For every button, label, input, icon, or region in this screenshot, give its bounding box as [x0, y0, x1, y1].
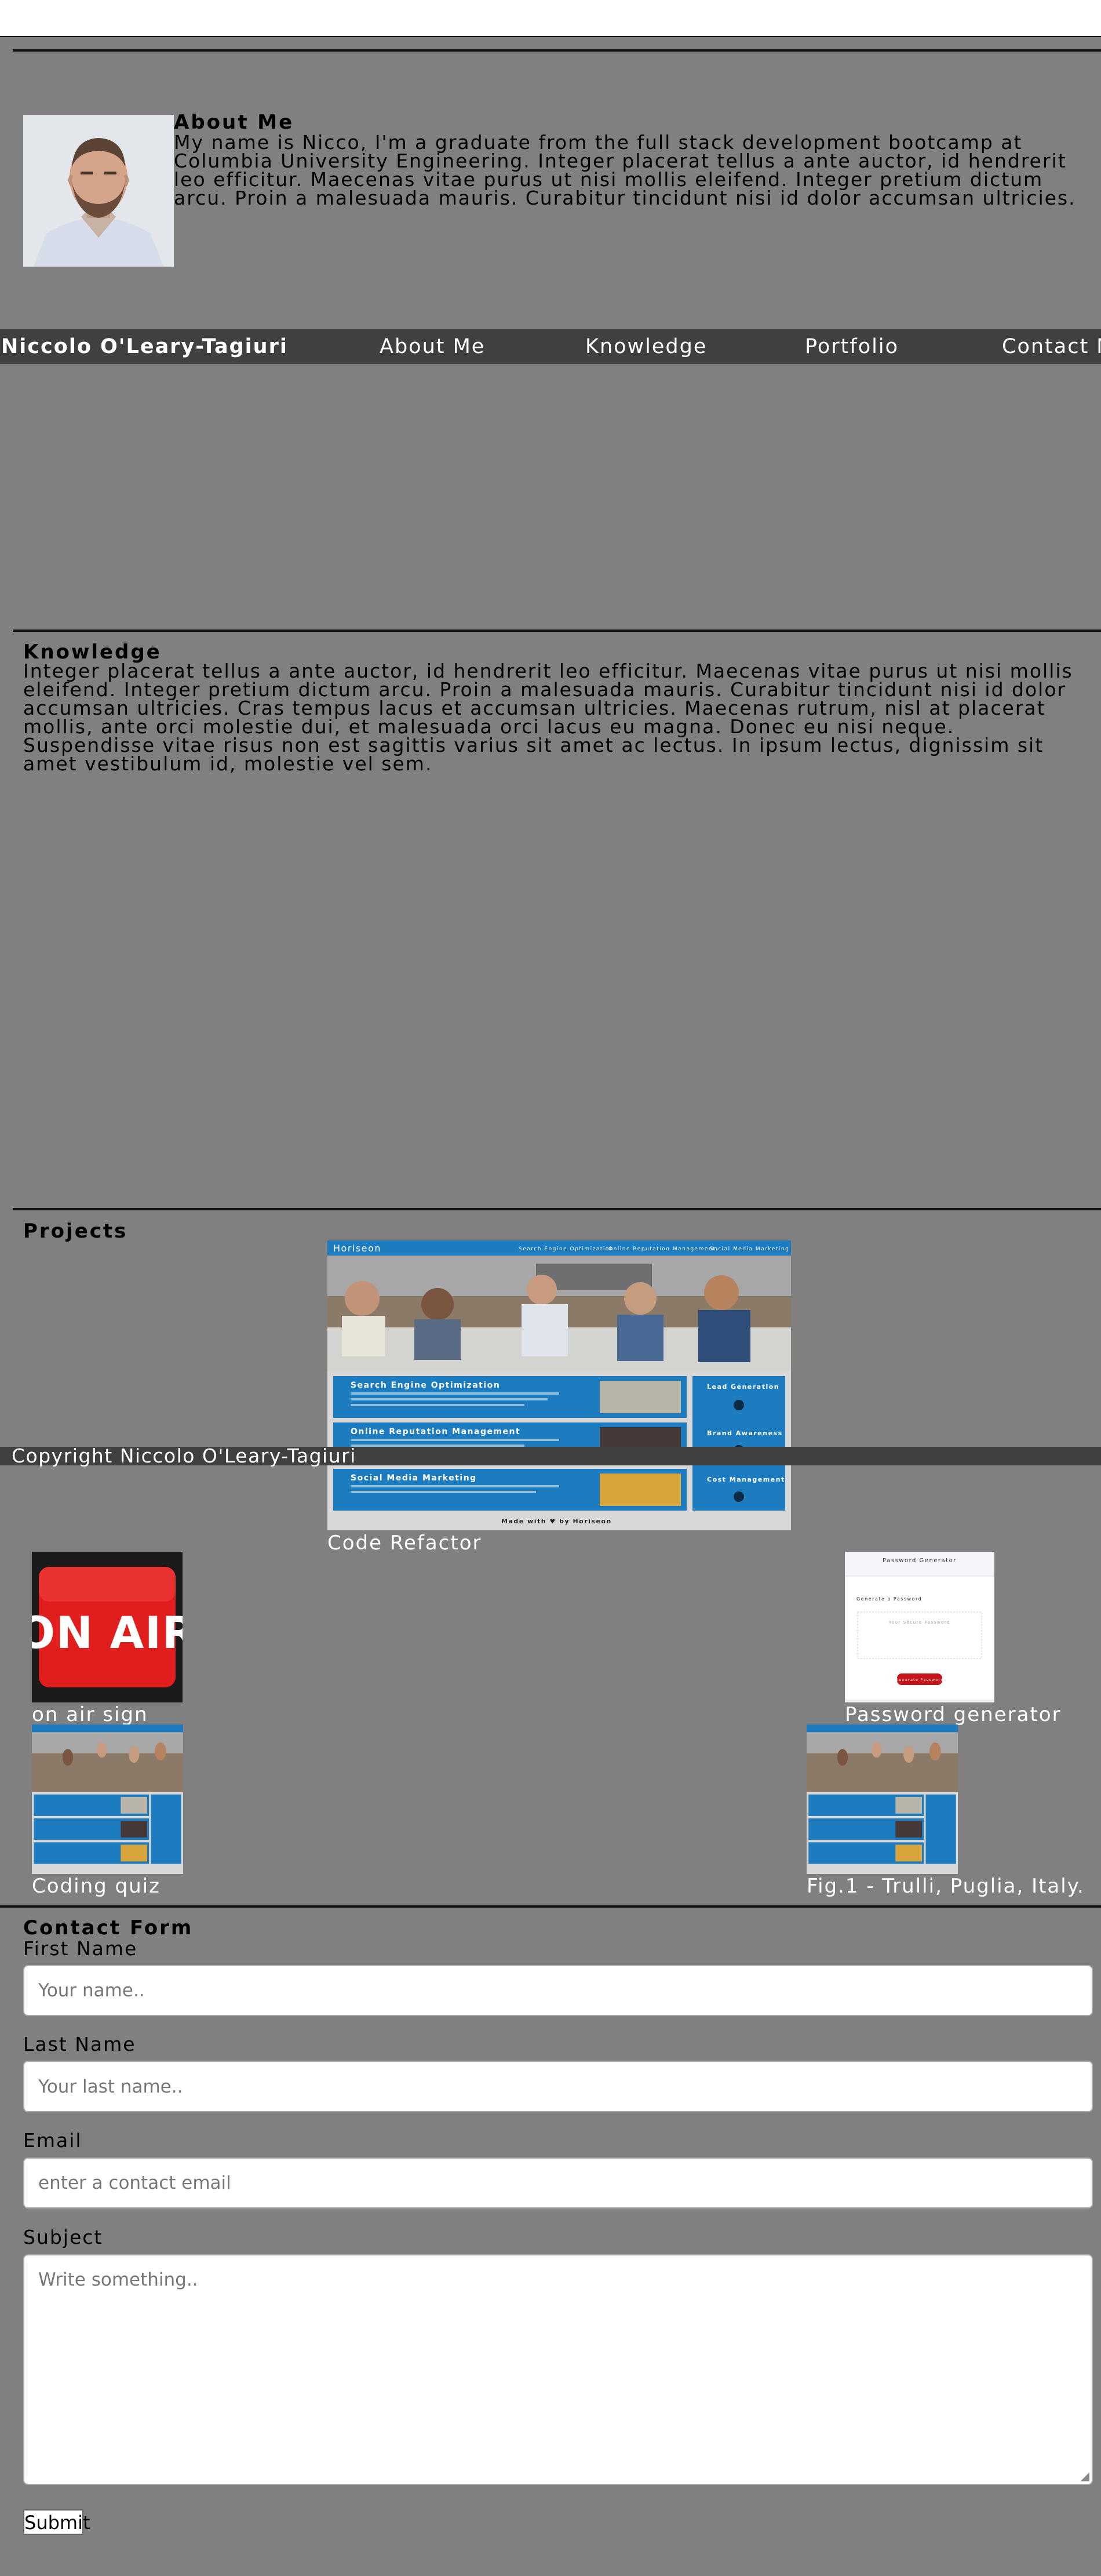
projects-title: Projects	[23, 1220, 128, 1243]
svg-text:Password Generator: Password Generator	[883, 1558, 957, 1564]
email-input[interactable]: enter a contact email	[23, 2157, 1093, 2208]
horiseon-site-preview: Horiseon Search Engine Optimization Onli…	[327, 1240, 791, 1530]
svg-text:Brand Awareness: Brand Awareness	[707, 1429, 783, 1437]
first-name-input[interactable]: Your name..	[23, 1965, 1093, 2016]
footer-copyright: Copyright Niccolo O'Leary-Tagiuri	[12, 1445, 356, 1467]
preview-brand: Horiseon	[333, 1243, 381, 1254]
caption-coding-quiz: Coding quiz	[32, 1875, 161, 1898]
svg-text:Online Reputation Management: Online Reputation Management	[608, 1246, 716, 1252]
contact-title: Contact Form	[23, 1916, 194, 1940]
top-divider	[0, 36, 1101, 37]
top-white-band	[0, 0, 1101, 36]
last-name-placeholder: Your last name..	[38, 2076, 183, 2097]
last-name-input[interactable]: Your last name..	[23, 2061, 1093, 2112]
password-generator-preview: Password Generator Generate a Password Y…	[845, 1552, 994, 1702]
svg-text:Made with ♥ by Horiseon: Made with ♥ by Horiseon	[501, 1518, 612, 1525]
contact-divider	[0, 1905, 1101, 1908]
svg-text:Social Media Marketing: Social Media Marketing	[710, 1246, 789, 1252]
email-label: Email	[23, 2129, 82, 2152]
coding-quiz-preview	[32, 1724, 183, 1874]
svg-text:Search Engine Optimization: Search Engine Optimization	[519, 1246, 614, 1252]
caption-on-air: on air sign	[32, 1703, 148, 1726]
profile-photo	[23, 115, 174, 267]
caption-code-refactor: Code Refactor	[327, 1531, 482, 1555]
nav-link-about-me[interactable]: About Me	[380, 329, 485, 364]
nav-link-portfolio[interactable]: Portfolio	[805, 329, 899, 364]
coding-quiz-thumbnail[interactable]	[32, 1724, 183, 1874]
about-title: About Me	[174, 111, 294, 134]
caption-password-generator: Password generator	[845, 1703, 1062, 1726]
svg-text:Generate a Password: Generate a Password	[856, 1596, 922, 1602]
knowledge-divider	[13, 630, 1101, 632]
resize-handle-icon[interactable]: ◢	[1081, 2469, 1089, 2483]
portrait-illustration	[23, 115, 174, 267]
subject-textarea[interactable]: Write something.. ◢	[23, 2254, 1093, 2485]
svg-text:Cost Management: Cost Management	[707, 1476, 785, 1483]
nav-link-contact[interactable]: Contact M	[1002, 329, 1101, 364]
trulli-thumbnail[interactable]	[807, 1724, 958, 1874]
knowledge-text: Integer placerat tellus a ante auctor, i…	[23, 660, 1073, 775]
code-refactor-thumbnail[interactable]: Horiseon Search Engine Optimization Onli…	[327, 1240, 791, 1530]
header-divider	[13, 49, 1101, 52]
password-generator-thumbnail[interactable]: Password Generator Generate a Password Y…	[845, 1552, 994, 1702]
submit-button[interactable]: Submit	[23, 2509, 90, 2535]
svg-text:Search Engine Optimization: Search Engine Optimization	[351, 1381, 500, 1390]
first-name-placeholder: Your name..	[38, 1980, 145, 2001]
caption-trulli: Fig.1 - Trulli, Puglia, Italy.	[807, 1875, 1085, 1898]
svg-text:Online Reputation Management: Online Reputation Management	[351, 1427, 520, 1436]
subject-label: Subject	[23, 2226, 103, 2248]
nav-link-knowledge[interactable]: Knowledge	[585, 329, 707, 364]
on-air-sign-image: ON AIR	[32, 1552, 183, 1702]
svg-text:Social Media Marketing: Social Media Marketing	[351, 1473, 477, 1483]
about-text: My name is Nicco, I'm a graduate from th…	[174, 131, 1076, 209]
footer: Copyright Niccolo O'Leary-Tagiuri	[0, 1445, 1101, 1467]
last-name-label: Last Name	[23, 2033, 136, 2055]
svg-text:Your Secure Password: Your Secure Password	[888, 1620, 950, 1625]
on-air-text: ON AIR	[32, 1607, 183, 1658]
on-air-thumbnail[interactable]: ON AIR	[32, 1552, 183, 1702]
svg-text:Generate Password: Generate Password	[895, 1678, 943, 1682]
email-placeholder: enter a contact email	[38, 2173, 231, 2193]
svg-text:Lead Generation: Lead Generation	[707, 1383, 779, 1391]
navbar: Niccolo O'Leary-Tagiuri About Me Knowled…	[0, 329, 1101, 364]
projects-divider	[13, 1208, 1101, 1210]
brand-name[interactable]: Niccolo O'Leary-Tagiuri	[1, 329, 288, 364]
subject-placeholder: Write something..	[38, 2269, 198, 2290]
first-name-label: First Name	[23, 1937, 138, 1960]
trulli-preview	[807, 1724, 958, 1874]
